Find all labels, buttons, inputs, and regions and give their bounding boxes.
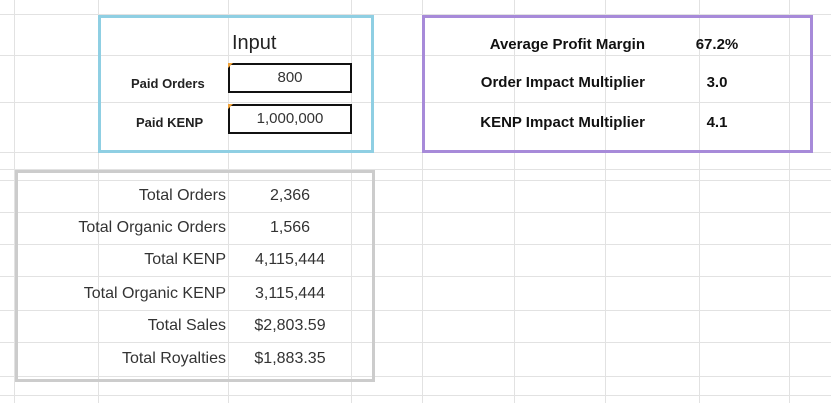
total-orders-value[interactable]: 2,366 bbox=[235, 188, 345, 204]
average-profit-margin-value[interactable]: 67.2% bbox=[682, 37, 752, 52]
total-sales-label: Total Sales bbox=[147, 317, 226, 334]
paid-kenp-label: Paid KENP bbox=[136, 115, 204, 130]
total-organic-kenp-label: Total Organic KENP bbox=[83, 285, 226, 302]
total-kenp-value[interactable]: 4,115,444 bbox=[235, 252, 345, 268]
average-profit-margin-label: Average Profit Margin bbox=[489, 36, 645, 53]
paid-kenp-input[interactable]: 1,000,000 bbox=[228, 104, 352, 134]
total-royalties-value[interactable]: $1,883.35 bbox=[235, 351, 345, 367]
total-organic-orders-value[interactable]: 1,566 bbox=[235, 220, 345, 236]
order-impact-multiplier-label: Order Impact Multiplier bbox=[480, 74, 645, 91]
total-organic-kenp-value[interactable]: 3,115,444 bbox=[235, 286, 345, 302]
input-title: Input bbox=[232, 32, 277, 54]
paid-orders-label: Paid Orders bbox=[131, 76, 205, 91]
total-sales-value[interactable]: $2,803.59 bbox=[235, 318, 345, 334]
total-orders-label: Total Orders bbox=[138, 187, 226, 204]
kenp-impact-multiplier-label: KENP Impact Multiplier bbox=[480, 114, 645, 131]
total-royalties-label: Total Royalties bbox=[121, 350, 226, 367]
order-impact-multiplier-value[interactable]: 3.0 bbox=[682, 75, 752, 90]
paid-orders-input[interactable]: 800 bbox=[228, 63, 352, 93]
kenp-impact-multiplier-value[interactable]: 4.1 bbox=[682, 115, 752, 130]
total-kenp-label: Total KENP bbox=[144, 251, 226, 268]
total-organic-orders-label: Total Organic Orders bbox=[78, 219, 226, 236]
